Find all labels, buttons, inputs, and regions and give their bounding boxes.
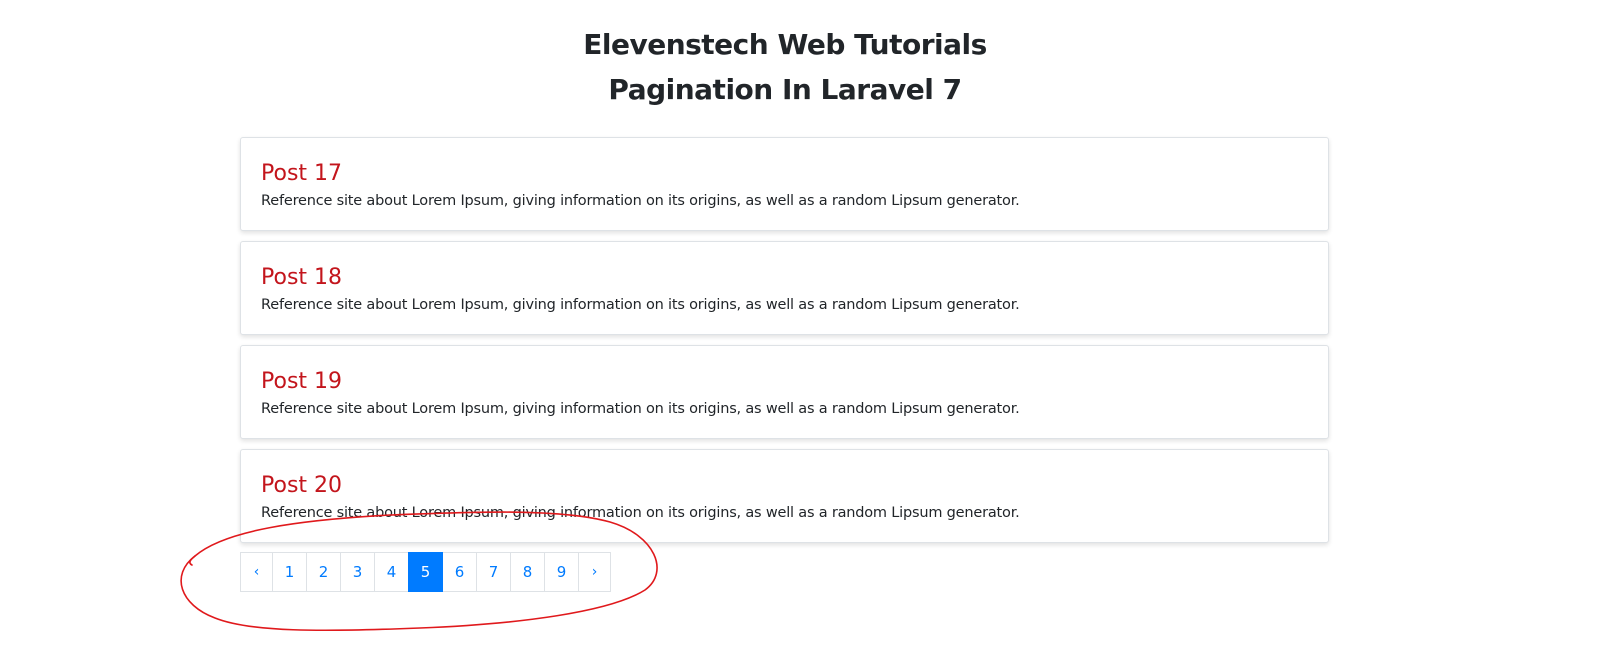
site-title: Elevenstech Web Tutorials	[583, 28, 987, 61]
post-card: Post 19 Reference site about Lorem Ipsum…	[240, 345, 1329, 439]
post-body: Reference site about Lorem Ipsum, giving…	[261, 193, 1020, 209]
page-link-1[interactable]: 1	[272, 552, 307, 592]
post-title: Post 18	[261, 265, 343, 290]
post-card: Post 18 Reference site about Lorem Ipsum…	[240, 241, 1329, 335]
page-title: Pagination In Laravel 7	[608, 73, 962, 106]
pagination: ‹ 1 2 3 4 5 6 7 8 9 ›	[240, 552, 611, 592]
page-link-5-active: 5	[408, 552, 443, 592]
pagination-next-button[interactable]: ›	[578, 552, 611, 592]
post-title: Post 19	[261, 369, 343, 394]
page-link-3[interactable]: 3	[340, 552, 375, 592]
page-link-7[interactable]: 7	[476, 552, 511, 592]
post-card: Post 20 Reference site about Lorem Ipsum…	[240, 449, 1329, 543]
post-list: Post 17 Reference site about Lorem Ipsum…	[240, 137, 1329, 553]
annotation-stroke-tail	[189, 555, 196, 566]
post-title: Post 20	[261, 473, 343, 498]
page-header: Elevenstech Web Tutorials Pagination In …	[0, 0, 1570, 112]
post-body: Reference site about Lorem Ipsum, giving…	[261, 401, 1020, 417]
post-body: Reference site about Lorem Ipsum, giving…	[261, 297, 1020, 313]
post-card: Post 17 Reference site about Lorem Ipsum…	[240, 137, 1329, 231]
post-body: Reference site about Lorem Ipsum, giving…	[261, 505, 1020, 521]
page-link-9[interactable]: 9	[544, 552, 579, 592]
post-title: Post 17	[261, 161, 343, 186]
page-link-4[interactable]: 4	[374, 552, 409, 592]
page-link-2[interactable]: 2	[306, 552, 341, 592]
page-link-8[interactable]: 8	[510, 552, 545, 592]
page-link-6[interactable]: 6	[442, 552, 477, 592]
pagination-prev-button[interactable]: ‹	[240, 552, 273, 592]
